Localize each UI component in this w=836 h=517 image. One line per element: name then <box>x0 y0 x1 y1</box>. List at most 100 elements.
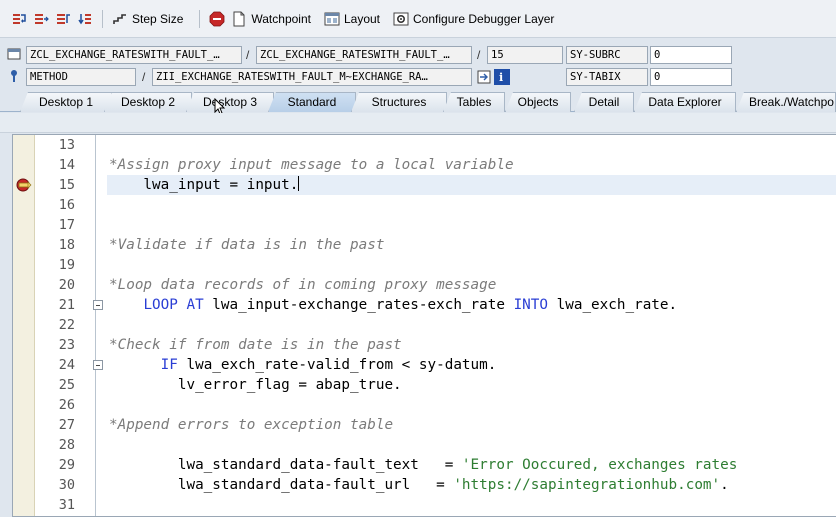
collapse-block-icon[interactable] <box>93 360 103 370</box>
sy-subrc-value[interactable]: 0 <box>650 46 732 64</box>
continue-icon <box>76 11 94 27</box>
toolbar-separator <box>199 9 201 28</box>
line-number: 24 <box>58 357 75 373</box>
sy-subrc-label: SY-SUBRC <box>566 46 648 64</box>
tab-standard[interactable]: Standard <box>268 92 356 112</box>
code-text[interactable]: lwa_standard_data-fault_url = 'https://s… <box>109 475 729 495</box>
line-number: 20 <box>58 277 75 293</box>
configure-debugger-layer-button[interactable]: Configure Debugger Layer <box>392 7 562 31</box>
code-line[interactable]: 16 <box>13 195 836 215</box>
code-text[interactable]: *Loop data records of in coming proxy me… <box>109 275 496 295</box>
program-icon <box>6 46 22 62</box>
code-line[interactable]: 28 <box>13 435 836 455</box>
code-token: lwa_exch_rate-valid_from < sy-datum. <box>177 357 497 373</box>
code-line[interactable]: 25 lv_error_flag = abap_true. <box>13 375 836 395</box>
path-separator: / <box>477 48 481 62</box>
code-line[interactable]: 26 <box>13 395 836 415</box>
code-line[interactable]: 21 LOOP AT lwa_input-exchange_rates-exch… <box>13 295 836 315</box>
line-number: 28 <box>58 437 75 453</box>
code-text[interactable]: *Check if from date is in the past <box>109 335 402 355</box>
return-button[interactable] <box>54 7 72 31</box>
code-line[interactable]: 13 <box>13 135 836 155</box>
document-icon <box>230 11 248 27</box>
continue-button[interactable] <box>76 7 94 31</box>
line-number-field[interactable]: 15 <box>487 46 563 64</box>
line-number: 27 <box>58 417 75 433</box>
event-field[interactable]: ZII_EXCHANGE_RATESWITH_FAULT_M~EXCHANGE_… <box>152 68 472 86</box>
line-number: 22 <box>58 317 75 333</box>
tab-breakpoints-watchpoints[interactable]: Break./Watchpo <box>736 92 836 112</box>
line-number: 29 <box>58 457 75 473</box>
code-line[interactable]: 27 *Append errors to exception table <box>13 415 836 435</box>
code-line[interactable]: 14 *Assign proxy input message to a local… <box>13 155 836 175</box>
code-token: lwa_input = input. <box>109 177 299 193</box>
code-keyword: INTO <box>513 297 549 313</box>
execute-button[interactable] <box>32 7 50 31</box>
code-line[interactable]: 24 IF lwa_exch_rate-valid_from < sy-datu… <box>13 355 836 375</box>
debugger-window: Step Size Watchpoint Layout Configure De… <box>0 0 836 517</box>
navigate-icon[interactable] <box>476 69 492 85</box>
line-number: 17 <box>58 217 75 233</box>
code-line[interactable]: 17 <box>13 215 836 235</box>
single-step-button[interactable] <box>10 7 28 31</box>
layout-button[interactable]: Layout <box>323 7 388 31</box>
code-token: lv_error_flag = abap_true. <box>109 377 402 393</box>
info-icon[interactable]: i <box>494 69 510 85</box>
code-line[interactable]: 20 *Loop data records of in coming proxy … <box>13 275 836 295</box>
code-text[interactable]: *Assign proxy input message to a local v… <box>109 155 514 175</box>
return-icon <box>54 11 72 27</box>
tab-data-explorer[interactable]: Data Explorer <box>634 92 736 112</box>
code-line[interactable]: 31 <box>13 495 836 515</box>
editor-header-strip <box>0 113 836 133</box>
configure-label: Configure Debugger Layer <box>413 11 555 26</box>
code-text[interactable]: *Validate if data is in the past <box>109 235 384 255</box>
line-number: 30 <box>58 477 75 493</box>
collapse-block-icon[interactable] <box>93 300 103 310</box>
line-number: 19 <box>58 257 75 273</box>
tab-desktop-1[interactable]: Desktop 1 <box>20 92 112 112</box>
tab-desktop-3[interactable]: Desktop 3 <box>186 92 274 112</box>
code-line[interactable]: 22 <box>13 315 836 335</box>
step-size-button[interactable]: Step Size <box>111 7 191 31</box>
event-type-field[interactable]: METHOD <box>26 68 136 86</box>
context-row-event: METHOD / ZII_EXCHANGE_RATESWITH_FAULT_M~… <box>0 67 836 87</box>
line-number: 16 <box>58 197 75 213</box>
svg-text:i: i <box>499 71 503 84</box>
code-line[interactable]: 29 lwa_standard_data-fault_text = 'Error… <box>13 455 836 475</box>
program-context: ZCL_EXCHANGE_RATESWITH_FAULT_… / ZCL_EXC… <box>0 44 836 90</box>
code-token: lwa_input-exchange_rates-exch_rate <box>203 297 514 313</box>
tab-desktop-2[interactable]: Desktop 2 <box>104 92 192 112</box>
code-line[interactable]: 23 *Check if from date is in the past <box>13 335 836 355</box>
code-text[interactable]: lv_error_flag = abap_true. <box>109 375 402 395</box>
stop-button[interactable] <box>208 7 226 31</box>
execute-icon <box>32 11 50 27</box>
tab-structures[interactable]: Structures <box>351 92 447 112</box>
watchpoint-button[interactable]: Watchpoint <box>230 7 319 31</box>
code-line[interactable]: 15 lwa_input = input. <box>13 175 836 195</box>
tab-tables[interactable]: Tables <box>443 92 505 112</box>
toolbar-separator <box>102 9 103 28</box>
code-text[interactable]: IF lwa_exch_rate-valid_from < sy-datum. <box>109 355 497 375</box>
tab-detail[interactable]: Detail <box>574 92 634 112</box>
code-line[interactable]: 30 lwa_standard_data-fault_url = 'https:… <box>13 475 836 495</box>
breakpoint-icon[interactable] <box>16 178 32 192</box>
sy-tabix-label: SY-TABIX <box>566 68 648 86</box>
tab-objects[interactable]: Objects <box>505 92 571 112</box>
code-text[interactable]: *Append errors to exception table <box>109 415 393 435</box>
program-field[interactable]: ZCL_EXCHANGE_RATESWITH_FAULT_… <box>26 46 242 64</box>
configure-icon <box>392 11 410 27</box>
code-text[interactable]: lwa_standard_data-fault_text = 'Error Oo… <box>109 455 738 475</box>
step-size-icon <box>111 11 129 27</box>
debugger-tabs: Desktop 1 Desktop 2 Desktop 3 Standard S… <box>0 90 836 112</box>
code-text[interactable]: LOOP AT lwa_input-exchange_rates-exch_ra… <box>109 295 677 315</box>
sy-tabix-value[interactable]: 0 <box>650 68 732 86</box>
code-keyword: LOOP AT <box>143 297 204 313</box>
source-code-editor[interactable]: 13 14 *Assign proxy input message to a loc… <box>12 134 836 517</box>
layout-label: Layout <box>343 11 380 26</box>
code-line[interactable]: 19 <box>13 255 836 275</box>
code-text[interactable]: lwa_input = input. <box>109 175 300 195</box>
code-line[interactable]: 18 *Validate if data is in the past <box>13 235 836 255</box>
watchpoint-label: Watchpoint <box>251 11 311 26</box>
include-field[interactable]: ZCL_EXCHANGE_RATESWITH_FAULT_… <box>256 46 472 64</box>
code-string: 'Error Ooccured, exchanges rates <box>461 457 738 473</box>
